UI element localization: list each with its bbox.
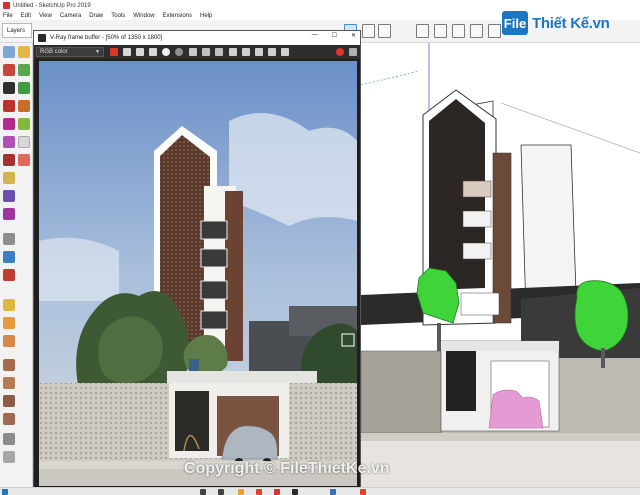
menu-camera[interactable]: Camera	[60, 13, 81, 19]
vray-render-icon[interactable]	[3, 100, 15, 112]
save-image-icon[interactable]	[110, 48, 118, 56]
stop-render-icon[interactable]	[336, 48, 344, 56]
right-view-icon[interactable]	[470, 24, 483, 38]
menu-help[interactable]: Help	[200, 13, 212, 19]
rendered-house-image	[39, 61, 357, 486]
rendered-image	[39, 61, 357, 486]
render-icon[interactable]	[349, 48, 357, 56]
search-icon[interactable]	[200, 489, 206, 495]
channel-select[interactable]: RGB color ▼	[36, 47, 104, 57]
paint-icon[interactable]	[18, 46, 30, 58]
stack-blue-icon[interactable]	[3, 251, 15, 263]
box-icon[interactable]	[3, 335, 15, 347]
sketchup-viewport[interactable]	[361, 43, 640, 487]
task-view-icon[interactable]	[218, 489, 224, 495]
green-channel-icon[interactable]	[136, 48, 144, 56]
window-title-bar: Untitled - SketchUp Pro 2019	[0, 0, 640, 11]
pencil-icon[interactable]	[3, 82, 15, 94]
warning-icon[interactable]	[3, 451, 15, 463]
component-icon[interactable]	[18, 64, 30, 76]
menu-draw[interactable]: Draw	[89, 13, 103, 19]
alpha-channel-icon[interactable]	[162, 48, 170, 56]
model-drawing	[361, 43, 640, 487]
start-icon[interactable]	[2, 489, 8, 495]
copyright-watermark: Copyright © FileThietKe.vn	[184, 460, 390, 477]
logo-badge: File	[502, 11, 528, 35]
window-controls: — ☐ ✕	[312, 32, 356, 39]
left-toolbar	[0, 43, 33, 487]
top-view-icon[interactable]	[434, 24, 447, 38]
vray-taskbar-icon[interactable]	[292, 489, 298, 495]
app-icon[interactable]	[330, 489, 336, 495]
load-icon[interactable]	[202, 48, 210, 56]
compare-icon[interactable]	[242, 48, 250, 56]
vfb-title-bar: V-Ray frame buffer - [50% of 1350 x 1800…	[34, 31, 360, 45]
window-title: Untitled - SketchUp Pro 2019	[13, 2, 91, 9]
sketchup-logo-icon	[3, 2, 10, 9]
region-icon[interactable]	[229, 48, 237, 56]
file-explorer-icon[interactable]	[238, 489, 244, 495]
mono-icon[interactable]	[175, 48, 183, 56]
cube-icon[interactable]	[3, 299, 15, 311]
save-icon[interactable]	[189, 48, 197, 56]
orbit-tool-icon[interactable]	[362, 24, 375, 38]
filethietke-logo: File Thiết Kế.vn	[502, 11, 610, 35]
sphere-icon[interactable]	[18, 100, 30, 112]
blue-channel-icon[interactable]	[149, 48, 157, 56]
app2-icon[interactable]	[360, 489, 366, 495]
chrome-icon[interactable]	[256, 489, 262, 495]
chevron-down-icon: ▼	[95, 49, 100, 55]
texture-icon[interactable]	[3, 377, 15, 389]
follow-mouse-icon[interactable]	[255, 48, 263, 56]
leaf-icon[interactable]	[18, 82, 30, 94]
vray-icon	[38, 34, 46, 42]
spot-light-icon[interactable]	[3, 190, 15, 202]
front-view-icon[interactable]	[452, 24, 465, 38]
history-icon[interactable]	[281, 48, 289, 56]
menu-window[interactable]: Window	[133, 13, 154, 19]
taskbar	[0, 487, 640, 495]
red-channel-icon[interactable]	[123, 48, 131, 56]
logo-text: Thiết Kế.vn	[532, 14, 610, 32]
vfb-title-text: V-Ray frame buffer - [50% of 1350 x 1800…	[50, 35, 163, 41]
lens-effects-icon[interactable]	[268, 48, 276, 56]
grid-icon[interactable]	[18, 154, 30, 166]
vfb-toolbar: RGB color ▼	[34, 45, 360, 59]
minimize-button[interactable]: —	[312, 32, 318, 39]
shield-icon[interactable]	[3, 46, 15, 58]
menu-file[interactable]: File	[3, 13, 13, 19]
book-icon[interactable]	[3, 359, 15, 371]
vray-frame-buffer-window: V-Ray frame buffer - [50% of 1350 x 1800…	[33, 30, 361, 488]
stack-red-icon[interactable]	[3, 269, 15, 281]
pan-tool-icon[interactable]	[378, 24, 391, 38]
menu-extensions[interactable]: Extensions	[163, 13, 192, 19]
menu-edit[interactable]: Edit	[21, 13, 31, 19]
cube-orange-icon[interactable]	[3, 317, 15, 329]
iso-view-icon[interactable]	[416, 24, 429, 38]
light-icon[interactable]	[3, 118, 15, 130]
material-icon[interactable]	[3, 395, 15, 407]
tool-icon[interactable]	[3, 433, 15, 445]
menu-tools[interactable]: Tools	[111, 13, 125, 19]
layers-stack-icon[interactable]	[3, 233, 15, 245]
rect-light-icon[interactable]	[3, 136, 15, 148]
menu-view[interactable]: View	[39, 13, 52, 19]
clear-icon[interactable]	[215, 48, 223, 56]
green-ball-icon[interactable]	[18, 118, 30, 130]
sphere-light-icon[interactable]	[3, 154, 15, 166]
maximize-button[interactable]: ☐	[332, 32, 337, 39]
brick-icon[interactable]	[3, 413, 15, 425]
sketchup-icon[interactable]	[274, 489, 280, 495]
layers-dropdown[interactable]: Layers	[2, 23, 32, 38]
settings-icon[interactable]	[18, 136, 30, 148]
close-button[interactable]: ✕	[351, 32, 356, 39]
back-view-icon[interactable]	[488, 24, 501, 38]
mesh-light-icon[interactable]	[3, 208, 15, 220]
eraser-icon[interactable]	[3, 64, 15, 76]
omni-light-icon[interactable]	[3, 172, 15, 184]
